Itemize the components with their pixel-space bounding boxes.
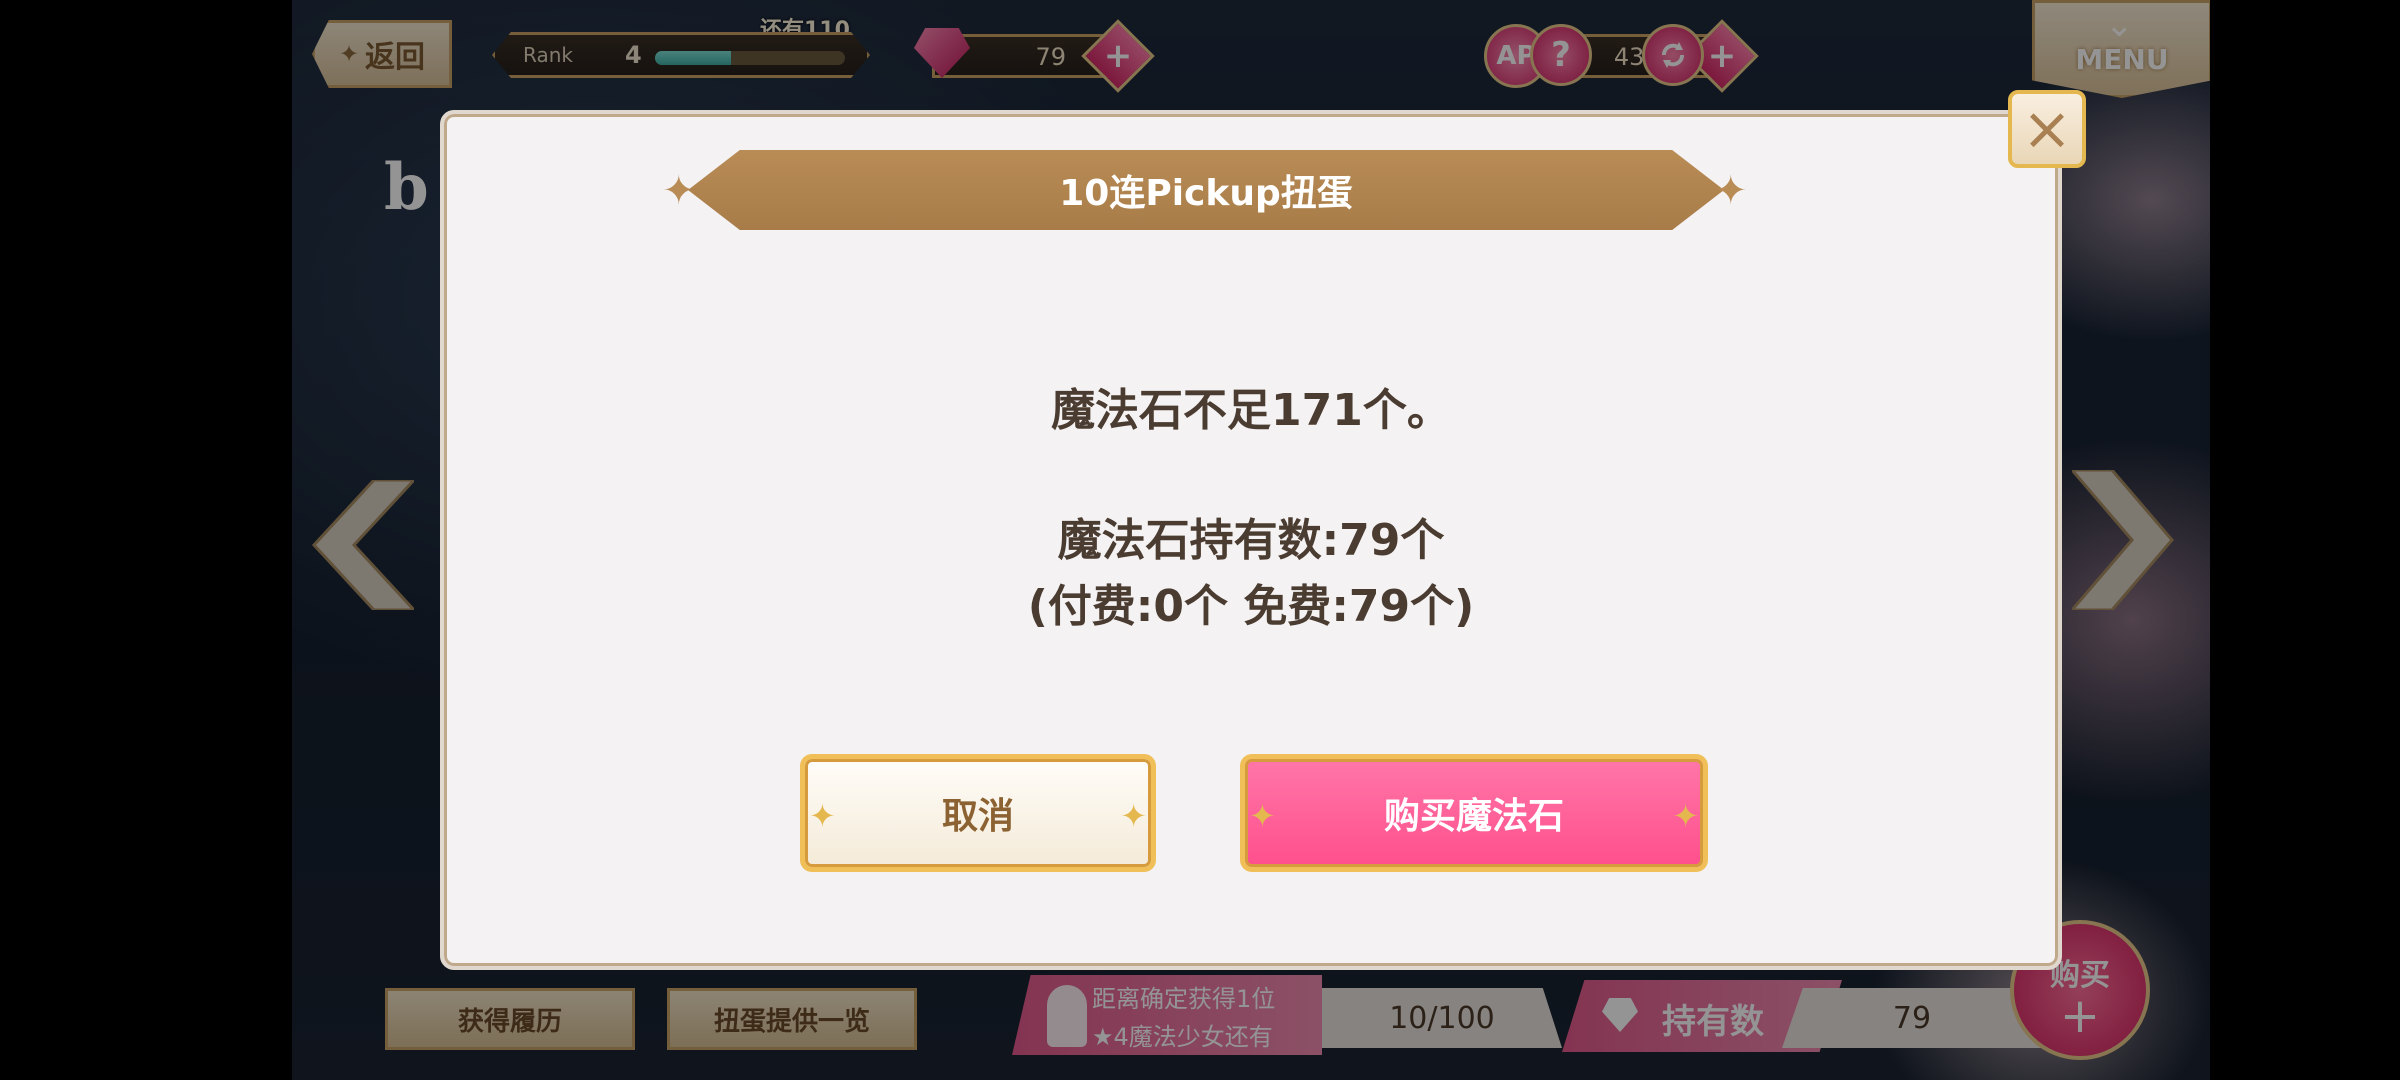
close-icon: × [2021, 94, 2073, 164]
screen: ✦ 返回 还有110 Rank 4 79 + 43/23 AP + ? [0, 0, 2400, 1080]
cancel-button[interactable]: ✦ 取消 ✦ [800, 754, 1156, 872]
buy-stone-button[interactable]: ✦ 购买魔法石 ✦ [1240, 754, 1708, 872]
ornament-icon: ✦ [1672, 797, 1699, 835]
insufficient-stone-dialog: ✦ 10连Pickup扭蛋 ✦ 魔法石不足171个。 魔法石持有数:79个 (付… [440, 110, 2062, 970]
message-shortage: 魔法石不足171个。 [1051, 385, 1451, 436]
ornament-icon: ✦ [1714, 168, 1748, 214]
message-breakdown: (付费:0个 免费:79个) [1027, 581, 1475, 632]
buy-stone-label: 购买魔法石 [1383, 796, 1564, 837]
cancel-label: 取消 [941, 796, 1014, 837]
message-holding: 魔法石持有数:79个 [1057, 515, 1445, 566]
close-button[interactable]: × [2008, 90, 2086, 168]
ornament-icon: ✦ [809, 797, 836, 835]
dialog-header: 10连Pickup扭蛋 [688, 150, 1724, 230]
ornament-icon: ✦ [1249, 797, 1276, 835]
dialog-title: 10连Pickup扭蛋 [1059, 173, 1353, 214]
ornament-icon: ✦ [1120, 797, 1147, 835]
